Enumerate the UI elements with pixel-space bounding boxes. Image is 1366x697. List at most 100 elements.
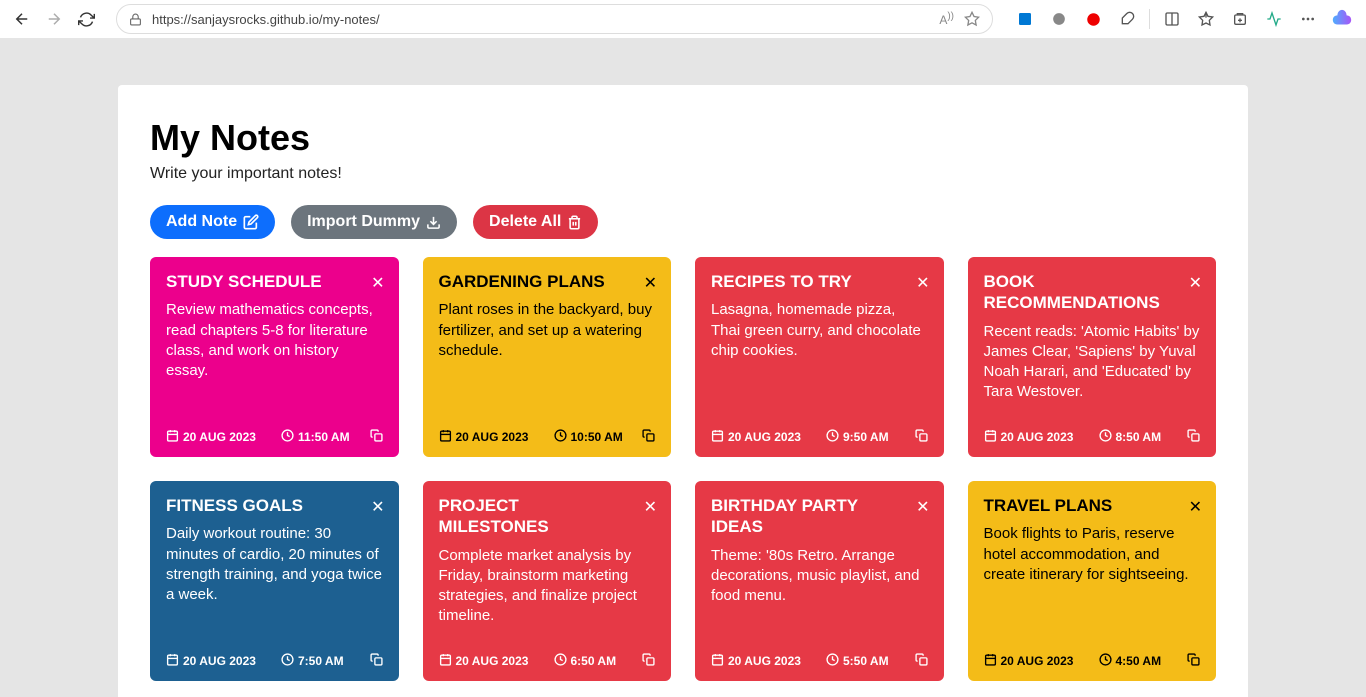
reader-icon[interactable]: A)) xyxy=(939,11,954,27)
notes-grid: STUDY SCHEDULE✕Review mathematics concep… xyxy=(150,257,1216,681)
note-card: BOOK RECOMMENDATIONS✕ Recent reads: 'Atom… xyxy=(968,257,1217,457)
note-card: RECIPES TO TRY✕ Lasagna, homemade pizza, … xyxy=(695,257,944,457)
close-icon[interactable]: ✕ xyxy=(1189,497,1202,517)
lock-icon xyxy=(129,13,142,26)
clock-icon xyxy=(1099,653,1112,669)
browser-toolbar: https://sanjaysrocks.github.io/my-notes/… xyxy=(0,0,1366,39)
close-icon[interactable]: ✕ xyxy=(1189,273,1202,293)
calendar-icon xyxy=(984,429,997,445)
note-footer: 20 AUG 202311:50 AM xyxy=(166,429,383,445)
close-icon[interactable]: ✕ xyxy=(644,497,657,517)
note-card: GARDENING PLANS✕ Plant roses in the backy… xyxy=(423,257,672,457)
copy-icon[interactable] xyxy=(642,429,655,445)
copy-icon[interactable] xyxy=(915,653,928,669)
address-bar[interactable]: https://sanjaysrocks.github.io/my-notes/… xyxy=(116,4,993,34)
split-icon[interactable] xyxy=(1156,3,1188,35)
favorites-icon[interactable] xyxy=(1190,3,1222,35)
note-title: BOOK RECOMMENDATIONS xyxy=(984,271,1201,314)
add-note-button[interactable]: Add Note xyxy=(150,205,275,239)
note-date: 20 AUG 2023 xyxy=(166,429,281,445)
note-time: 5:50 AM xyxy=(826,653,915,669)
note-time: 11:50 AM xyxy=(281,429,370,445)
more-icon[interactable] xyxy=(1292,3,1324,35)
note-title: TRAVEL PLANS xyxy=(984,495,1201,516)
ext-icon-2[interactable] xyxy=(1043,3,1075,35)
note-date: 20 AUG 2023 xyxy=(166,653,281,669)
close-icon[interactable]: ✕ xyxy=(371,273,384,293)
browser-actions xyxy=(1009,3,1358,35)
close-icon[interactable]: ✕ xyxy=(644,273,657,293)
note-card: BIRTHDAY PARTY IDEAS✕Theme: '80s Retro. … xyxy=(695,481,944,681)
clock-icon xyxy=(826,653,839,669)
calendar-icon xyxy=(166,429,179,445)
note-title: GARDENING PLANS xyxy=(439,271,656,292)
page-title: My Notes xyxy=(150,117,1216,159)
close-icon[interactable]: ✕ xyxy=(371,497,384,517)
download-icon xyxy=(426,215,441,230)
note-date: 20 AUG 2023 xyxy=(984,653,1099,669)
note-footer: 20 AUG 20236:50 AM xyxy=(439,653,656,669)
copy-icon[interactable] xyxy=(915,429,928,445)
add-note-label: Add Note xyxy=(166,213,237,231)
note-time: 7:50 AM xyxy=(281,653,370,669)
back-button[interactable] xyxy=(8,5,36,33)
note-body: Review mathematics concepts, read chapte… xyxy=(166,300,383,419)
delete-all-button[interactable]: Delete All xyxy=(473,205,598,239)
import-dummy-label: Import Dummy xyxy=(307,213,420,231)
note-card: TRAVEL PLANS✕Book flights to Paris, rese… xyxy=(968,481,1217,681)
close-icon[interactable]: ✕ xyxy=(916,273,929,293)
copy-icon[interactable] xyxy=(1187,429,1200,445)
clock-icon xyxy=(554,653,567,669)
calendar-icon xyxy=(711,653,724,669)
ext-icon-1[interactable] xyxy=(1009,3,1041,35)
viewport[interactable]: My Notes Write your important notes! Add… xyxy=(0,39,1366,697)
note-date: 20 AUG 2023 xyxy=(711,653,826,669)
note-card: STUDY SCHEDULE✕ Review mathematics concep… xyxy=(150,257,399,457)
note-body: Plant roses in the backyard, buy fertili… xyxy=(439,300,656,419)
clock-icon xyxy=(1099,429,1112,445)
separator xyxy=(1149,9,1150,29)
note-title: RECIPES TO TRY xyxy=(711,271,928,292)
note-date: 20 AUG 2023 xyxy=(711,429,826,445)
note-body: Theme: '80s Retro. Arrange decorations, … xyxy=(711,546,928,644)
copy-icon[interactable] xyxy=(370,653,383,669)
note-date: 20 AUG 2023 xyxy=(984,429,1099,445)
refresh-button[interactable] xyxy=(72,5,100,33)
note-body: Complete market analysis by Friday, brai… xyxy=(439,546,656,644)
note-title: STUDY SCHEDULE xyxy=(166,271,383,292)
clock-icon xyxy=(281,653,294,669)
close-icon[interactable]: ✕ xyxy=(916,497,929,517)
note-time: 6:50 AM xyxy=(554,653,643,669)
note-body: Lasagna, homemade pizza, Thai green curr… xyxy=(711,300,928,419)
copy-icon[interactable] xyxy=(1187,653,1200,669)
forward-button[interactable] xyxy=(40,5,68,33)
collections-icon[interactable] xyxy=(1224,3,1256,35)
ext-icon-3[interactable] xyxy=(1077,3,1109,35)
note-body: Daily workout routine: 30 minutes of car… xyxy=(166,524,383,643)
note-body: Recent reads: 'Atomic Habits' by James C… xyxy=(984,322,1201,420)
clock-icon xyxy=(281,429,294,445)
note-time: 9:50 AM xyxy=(826,429,915,445)
trash-icon xyxy=(567,215,582,230)
calendar-icon xyxy=(711,429,724,445)
copy-icon[interactable] xyxy=(370,429,383,445)
import-dummy-button[interactable]: Import Dummy xyxy=(291,205,457,239)
note-footer: 20 AUG 20235:50 AM xyxy=(711,653,928,669)
calendar-icon xyxy=(166,653,179,669)
calendar-icon xyxy=(984,653,997,669)
copy-icon[interactable] xyxy=(642,653,655,669)
note-title: PROJECT MILESTONES xyxy=(439,495,656,538)
favorite-icon[interactable] xyxy=(964,11,980,27)
note-footer: 20 AUG 20239:50 AM xyxy=(711,429,928,445)
copilot-icon[interactable] xyxy=(1326,3,1358,35)
note-footer: 20 AUG 20238:50 AM xyxy=(984,429,1201,445)
note-date: 20 AUG 2023 xyxy=(439,653,554,669)
note-footer: 20 AUG 20234:50 AM xyxy=(984,653,1201,669)
note-date: 20 AUG 2023 xyxy=(439,429,554,445)
extensions-icon[interactable] xyxy=(1111,3,1143,35)
calendar-icon xyxy=(439,653,452,669)
performance-icon[interactable] xyxy=(1258,3,1290,35)
note-card: PROJECT MILESTONES✕ Complete market analy… xyxy=(423,481,672,681)
edit-icon xyxy=(243,214,259,230)
note-card: FITNESS GOALS✕Daily workout routine: 30 … xyxy=(150,481,399,681)
